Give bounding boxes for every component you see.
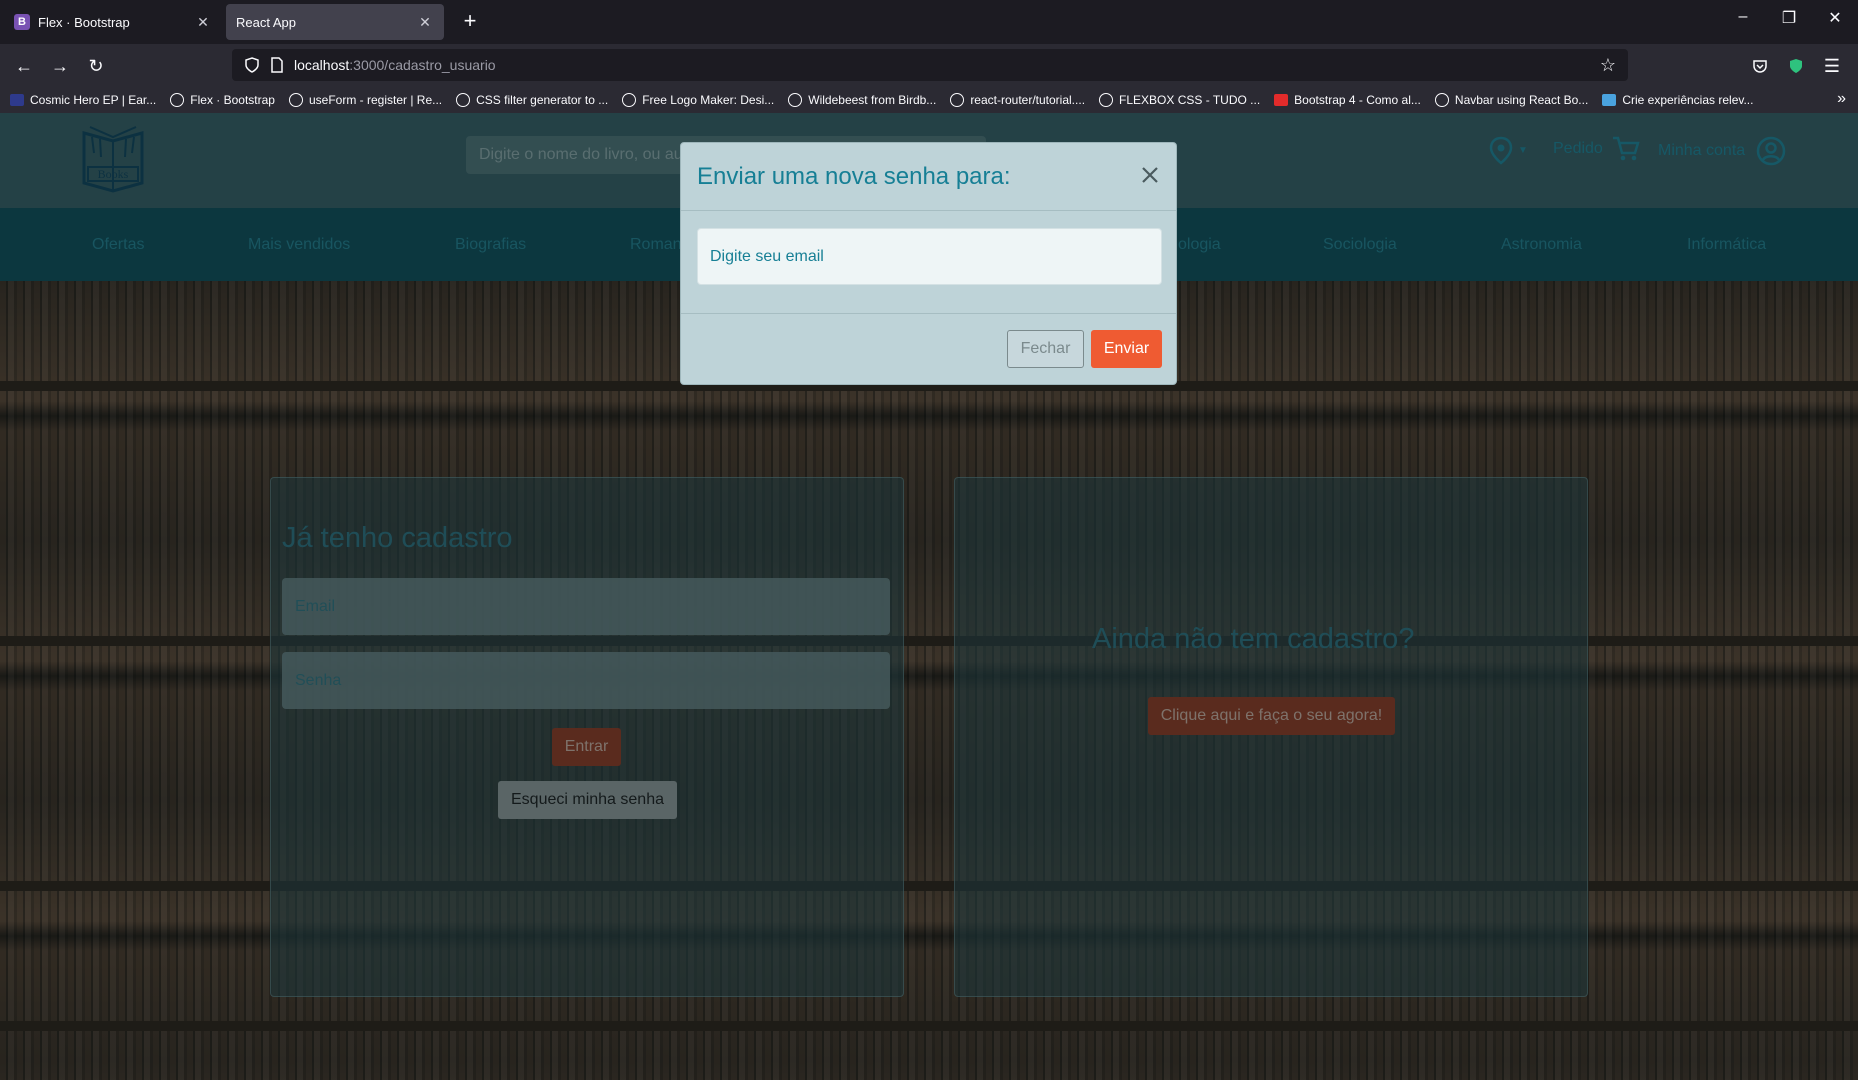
globe-icon xyxy=(1434,92,1449,107)
url-bar[interactable]: localhost:3000/cadastro_usuario ☆ xyxy=(232,49,1628,81)
restore-icon[interactable]: ❐ xyxy=(1766,8,1812,34)
bookmark-star-icon[interactable]: ☆ xyxy=(1600,55,1616,76)
bookmark-favicon-icon xyxy=(1602,93,1617,106)
bookmark-item[interactable]: useForm - register | Re... xyxy=(288,92,443,107)
browser-chrome: B Flex · Bootstrap ✕ React App ✕ + – ❐ ✕… xyxy=(0,0,1858,113)
bookmark-item[interactable]: Cosmic Hero EP | Ear... xyxy=(10,93,156,107)
more-bookmarks-icon[interactable]: » xyxy=(1837,90,1846,108)
pocket-icon[interactable] xyxy=(1746,52,1774,80)
modal-footer: Fechar Enviar xyxy=(681,313,1176,386)
globe-icon xyxy=(788,92,803,107)
minimize-icon[interactable]: – xyxy=(1720,8,1766,34)
bookmark-favicon-icon xyxy=(10,93,24,106)
page-viewport: Books Digite o nome do livro, ou au ▼ Pe… xyxy=(0,113,1858,1080)
bookmark-item[interactable]: Free Logo Maker: Desi... xyxy=(622,92,775,107)
bookmark-item[interactable]: Flex · Bootstrap xyxy=(170,92,275,107)
close-window-icon[interactable]: ✕ xyxy=(1812,8,1858,34)
bookmark-item[interactable]: Crie experiências relev... xyxy=(1602,93,1753,107)
bookmark-label: Flex · Bootstrap xyxy=(190,92,275,107)
close-tab-icon[interactable]: ✕ xyxy=(416,14,434,31)
bookmark-label: Free Logo Maker: Desi... xyxy=(642,92,775,107)
bookmark-label: Crie experiências relev... xyxy=(1622,92,1754,107)
bootstrap-favicon-icon: B xyxy=(14,14,30,30)
bookmark-item[interactable]: FLEXBOX CSS - TUDO ... xyxy=(1099,92,1261,107)
globe-icon xyxy=(950,92,965,107)
extension-shield-icon[interactable] xyxy=(1782,52,1810,80)
bookmark-item[interactable]: CSS filter generator to ... xyxy=(456,92,609,107)
youtube-icon xyxy=(1274,93,1289,106)
globe-icon xyxy=(170,92,185,107)
bookmark-label: Bootstrap 4 - Como al... xyxy=(1294,92,1421,107)
modal-title: Enviar uma nova senha para: xyxy=(697,163,1011,190)
reset-password-modal: Enviar uma nova senha para: Digite seu e… xyxy=(680,142,1177,385)
tab-label: React App xyxy=(236,14,296,30)
page-icon xyxy=(271,57,283,73)
bookmark-label: Wildebeest from Birdb... xyxy=(808,92,937,107)
bookmarks-bar: Cosmic Hero EP | Ear... Flex · Bootstrap… xyxy=(0,86,1858,113)
bookmark-item[interactable]: Navbar using React Bo... xyxy=(1434,92,1589,107)
globe-icon xyxy=(1099,92,1114,107)
modal-header: Enviar uma nova senha para: xyxy=(681,143,1176,211)
bookmark-label: useForm - register | Re... xyxy=(308,92,443,107)
tab-flex-bootstrap[interactable]: B Flex · Bootstrap ✕ xyxy=(4,4,222,40)
globe-icon xyxy=(622,92,637,107)
close-icon[interactable] xyxy=(1136,161,1164,189)
globe-icon xyxy=(456,92,471,107)
tab-label: Flex · Bootstrap xyxy=(38,14,130,30)
close-tab-icon[interactable]: ✕ xyxy=(194,14,212,31)
bookmark-label: Cosmic Hero EP | Ear... xyxy=(30,92,157,107)
bookmark-item[interactable]: react-router/tutorial.... xyxy=(950,92,1086,107)
navigation-bar: ← → ↻ localhost:3000/cadastro_usuario ☆ … xyxy=(0,44,1858,86)
shield-icon[interactable] xyxy=(244,57,260,73)
fechar-button[interactable]: Fechar xyxy=(1007,330,1084,368)
url-path: :3000/cadastro_usuario xyxy=(349,57,496,73)
bookmark-label: react-router/tutorial.... xyxy=(970,92,1086,107)
bookmark-item[interactable]: Wildebeest from Birdb... xyxy=(788,92,937,107)
globe-icon xyxy=(288,92,303,107)
reload-icon[interactable]: ↻ xyxy=(82,52,110,80)
modal-email-placeholder: Digite seu email xyxy=(710,247,824,265)
url-host: localhost xyxy=(294,57,350,73)
back-icon[interactable]: ← xyxy=(10,52,38,80)
modal-email-input[interactable]: Digite seu email xyxy=(697,228,1162,285)
tab-strip: B Flex · Bootstrap ✕ React App ✕ + – ❐ ✕ xyxy=(0,0,1858,44)
bookmark-item[interactable]: Bootstrap 4 - Como al... xyxy=(1274,93,1421,107)
menu-icon[interactable]: ☰ xyxy=(1818,52,1846,80)
new-tab-icon[interactable]: + xyxy=(458,10,482,34)
bookmark-label: Navbar using React Bo... xyxy=(1454,92,1589,107)
enviar-button[interactable]: Enviar xyxy=(1091,330,1162,368)
forward-icon[interactable]: → xyxy=(46,52,74,80)
bookmark-label: CSS filter generator to ... xyxy=(476,92,609,107)
bookmark-label: FLEXBOX CSS - TUDO ... xyxy=(1119,92,1261,107)
tab-react-app[interactable]: React App ✕ xyxy=(226,4,444,40)
